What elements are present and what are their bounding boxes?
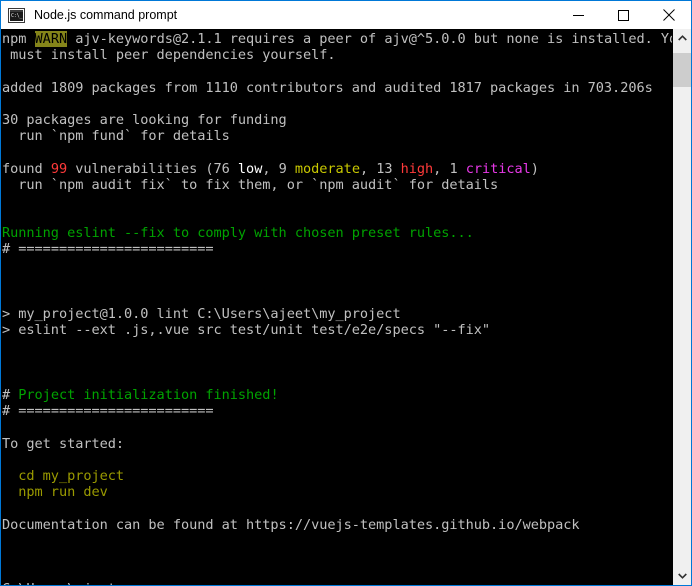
terminal-text-segment: 99 xyxy=(50,160,68,177)
terminal-text-segment: high xyxy=(400,160,434,177)
scrollbar-track[interactable] xyxy=(673,47,691,567)
terminal-output[interactable]: npm WARN ajv-keywords@2.1.1 requires a p… xyxy=(1,29,672,585)
terminal-text-segment: # xyxy=(2,403,19,420)
terminal-text-segment: # xyxy=(2,241,19,258)
terminal-text-segment: found xyxy=(2,160,51,177)
terminal-text-segment: low xyxy=(237,160,263,177)
terminal-text-segment: ======================== xyxy=(18,403,214,420)
terminal-line: Documentation can be found at https://vu… xyxy=(2,517,672,533)
terminal-line: npm run dev xyxy=(2,484,672,500)
console-window: Node.js command prompt npm WARN xyxy=(0,0,692,586)
terminal-text-segment: ) xyxy=(530,160,539,177)
terminal-text-segment: must install peer dependencies yourself. xyxy=(2,47,336,64)
maximize-button[interactable] xyxy=(601,1,646,29)
window-title: Node.js command prompt xyxy=(34,8,178,22)
terminal-line: # ======================== xyxy=(2,241,672,257)
terminal-text-segment: Running eslint --fix to comply with chos… xyxy=(2,225,474,242)
terminal-line: must install peer dependencies yourself. xyxy=(2,47,672,63)
terminal-text-segment: run `npm fund` for details xyxy=(2,128,230,145)
terminal-text-segment: > my_project@1.0.0 lint C:\Users\ajeet\m… xyxy=(2,306,401,323)
terminal-text-segment: npm xyxy=(2,31,35,47)
minimize-icon xyxy=(573,14,584,16)
terminal-line: added 1809 packages from 1110 contributo… xyxy=(2,80,672,96)
terminal-area: npm WARN ajv-keywords@2.1.1 requires a p… xyxy=(1,29,691,585)
terminal-line: # ======================== xyxy=(2,403,672,419)
terminal-text-segment: added 1809 packages from 1110 contributo… xyxy=(2,79,653,96)
terminal-line: Running eslint --fix to comply with chos… xyxy=(2,225,672,241)
scroll-down-button[interactable] xyxy=(673,567,691,585)
title-bar[interactable]: Node.js command prompt xyxy=(1,1,691,29)
terminal-line: npm WARN ajv-keywords@2.1.1 requires a p… xyxy=(2,31,672,47)
window-controls xyxy=(556,1,691,29)
terminal-text-segment: , 9 xyxy=(262,160,295,177)
scrollbar-thumb[interactable] xyxy=(673,53,691,87)
terminal-text-segment: ======================== xyxy=(18,241,214,258)
console-icon xyxy=(8,7,25,23)
terminal-line: cd my_project xyxy=(2,468,672,484)
terminal-text-segment: , 1 xyxy=(433,160,466,177)
terminal-text-segment: C:\Users\ajeet> xyxy=(2,581,124,585)
terminal-text-segment: critical xyxy=(465,160,531,177)
vertical-scrollbar[interactable] xyxy=(672,29,691,585)
terminal-line: 30 packages are looking for funding xyxy=(2,112,672,128)
terminal-text-segment: moderate xyxy=(294,160,360,177)
maximize-icon xyxy=(618,9,629,21)
close-button[interactable] xyxy=(646,1,691,29)
terminal-line: > my_project@1.0.0 lint C:\Users\ajeet\m… xyxy=(2,306,672,322)
terminal-text-segment: To get started: xyxy=(2,435,125,452)
terminal-text-segment: WARN xyxy=(34,31,68,47)
terminal-line: run `npm fund` for details xyxy=(2,128,672,144)
terminal-line: # Project initialization finished! xyxy=(2,387,672,403)
minimize-button[interactable] xyxy=(556,1,601,29)
terminal-text-segment: # xyxy=(2,387,19,404)
terminal-text-segment: ajv-keywords@2.1.1 requires a peer of aj… xyxy=(67,31,672,47)
terminal-text-segment: > eslint --ext .js,.vue src test/unit te… xyxy=(2,322,491,339)
terminal-line: run `npm audit fix` to fix them, or `npm… xyxy=(2,177,672,193)
chevron-up-icon xyxy=(677,35,687,41)
title-bar-left: Node.js command prompt xyxy=(1,7,556,23)
terminal-text-segment: cd my_project xyxy=(2,468,125,485)
terminal-line: found 99 vulnerabilities (76 low, 9 mode… xyxy=(2,161,672,177)
terminal-text-segment: Project initialization finished! xyxy=(18,387,279,404)
terminal-text-segment: npm run dev xyxy=(2,484,108,501)
terminal-text-segment: Documentation can be found at https://vu… xyxy=(2,516,580,533)
terminal-text-segment: , 13 xyxy=(359,160,401,177)
scroll-up-button[interactable] xyxy=(673,29,691,47)
terminal-line: > eslint --ext .js,.vue src test/unit te… xyxy=(2,322,672,338)
terminal-text-segment: 30 packages are looking for funding xyxy=(2,111,287,128)
close-icon xyxy=(662,9,675,21)
terminal-line: To get started: xyxy=(2,436,672,452)
terminal-line: C:\Users\ajeet> xyxy=(2,581,672,585)
terminal-text-segment: vulnerabilities (76 xyxy=(67,160,238,177)
terminal-text-segment: run `npm audit fix` to fix them, or `npm… xyxy=(2,176,499,193)
chevron-down-icon xyxy=(677,573,687,579)
